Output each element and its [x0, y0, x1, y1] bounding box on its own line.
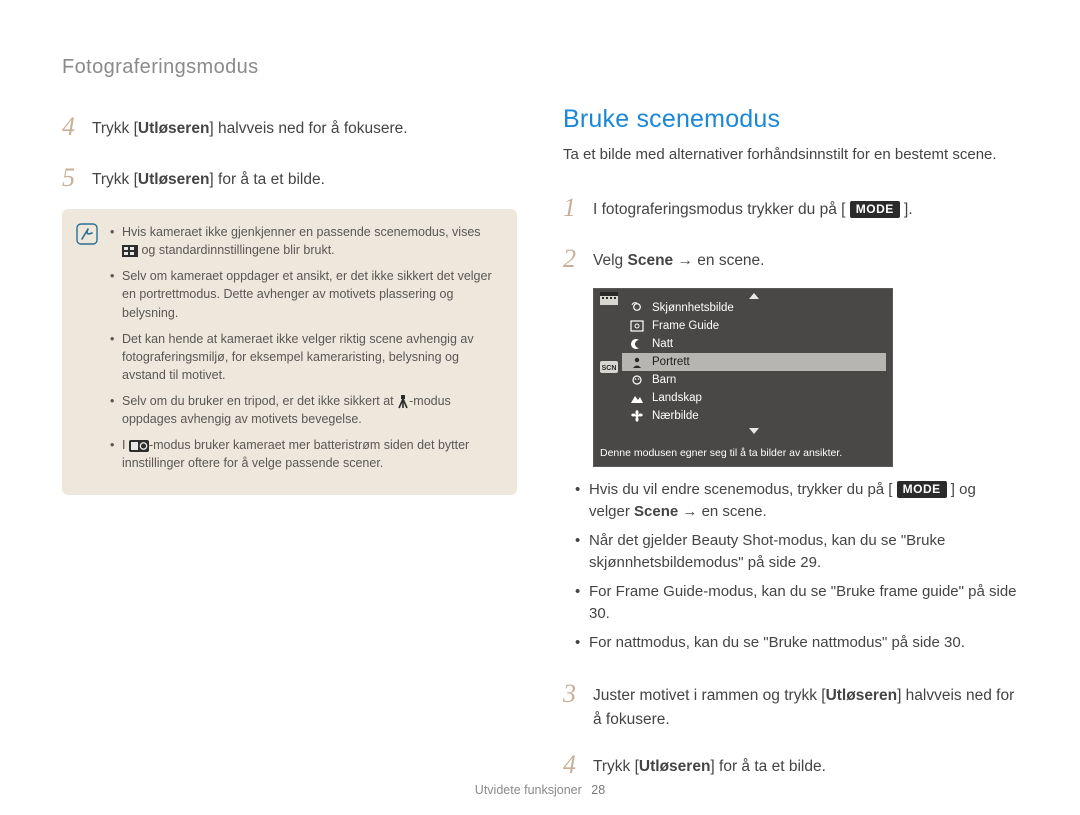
step-2: 2 Velg Scene → en scene. — [563, 237, 1018, 276]
step-number: 2 — [563, 239, 589, 278]
text: Selv om du bruker en tripod, er det ikke… — [122, 394, 397, 408]
closeup-icon — [628, 409, 646, 423]
step-4b: 4 Trykk [Utløseren] for å ta et bilde. — [563, 743, 1018, 782]
text: → en scene. — [678, 503, 766, 520]
text: og standardinnstillingene blir brukt. — [141, 243, 334, 257]
note-item: Selv om du bruker en tripod, er det ikke… — [110, 392, 499, 428]
section-title: Bruke scenemodus — [563, 105, 1018, 134]
text: → en scene. — [673, 252, 764, 269]
bullet-item: For nattmodus, kan du se "Bruke nattmodu… — [575, 632, 1018, 655]
mode-button-icon: MODE — [850, 201, 900, 218]
step-number: 3 — [563, 674, 589, 713]
note-item: Selv om kameraet oppdager et ansikt, er … — [110, 267, 499, 321]
landscape-icon — [628, 391, 646, 405]
text: I — [122, 438, 129, 452]
scene-menu-screenshot: SCN Skjønnhetsbilde Frame Guide — [593, 288, 893, 467]
scene-item-night: Natt — [622, 335, 886, 353]
right-column: Bruke scenemodus Ta et bilde med alterna… — [563, 105, 1018, 794]
portrait-icon — [628, 355, 646, 369]
step-number: 5 — [62, 158, 88, 197]
text: Hvis du vil endre scenemodus, trykker du… — [589, 481, 897, 498]
svg-text:SCN: SCN — [602, 365, 617, 372]
text: ] for å ta et bilde. — [710, 758, 825, 775]
footer-label: Utvidete funksjoner — [475, 783, 582, 797]
note-box: Hvis kameraet ikke gjenkjenner en passen… — [62, 209, 517, 495]
step-text: Trykk [Utløseren] for å ta et bilde. — [92, 168, 517, 191]
step-3: 3 Juster motivet i rammen og trykk [Utlø… — [563, 672, 1018, 731]
scene-item-label: Landskap — [652, 392, 702, 404]
scene-menu-body: SCN Skjønnhetsbilde Frame Guide — [594, 289, 892, 442]
left-mode-icons: SCN — [600, 292, 618, 373]
step-number: 4 — [62, 107, 88, 146]
bullet-item: For Frame Guide-modus, kan du se "Bruke … — [575, 581, 1018, 626]
scene-item-portrait-selected: Portrett — [622, 353, 886, 371]
text: I fotograferingsmodus trykker du på [ — [593, 201, 850, 218]
text: ] for å ta et bilde. — [209, 171, 324, 188]
shutter-label: Utløseren — [639, 758, 711, 775]
child-icon — [628, 373, 646, 387]
scene-item-label: Barn — [652, 374, 676, 386]
tripod-icon — [397, 395, 409, 409]
step-text: Juster motivet i rammen og trykk [Utløse… — [593, 684, 1018, 731]
text: Trykk [ — [92, 120, 138, 137]
scene-item-frameguide: Frame Guide — [622, 317, 886, 335]
bullet-item: Når det gjelder Beauty Shot-modus, kan d… — [575, 530, 1018, 575]
scene-item-child: Barn — [622, 371, 886, 389]
shutter-label: Utløseren — [138, 171, 210, 188]
mode-button-icon: MODE — [897, 481, 947, 498]
step-1: 1 I fotograferingsmodus trykker du på [ … — [563, 186, 1018, 225]
two-column-layout: 4 Trykk [Utløseren] halvveis ned for å f… — [62, 105, 1018, 794]
scn-mode-icon: SCN — [600, 361, 618, 373]
page-number: 28 — [591, 783, 605, 797]
step-4: 4 Trykk [Utløseren] halvveis ned for å f… — [62, 105, 517, 144]
text: ]. — [900, 201, 913, 218]
intro-text: Ta et bilde med alternativer forhåndsinn… — [563, 144, 1018, 166]
shutter-label: Utløseren — [138, 120, 210, 137]
page-footer: Utvidete funksjoner 28 — [0, 783, 1080, 797]
info-icon — [76, 223, 98, 245]
scene-item-label: Natt — [652, 338, 673, 350]
scene-label: Scene — [627, 252, 673, 269]
left-column: 4 Trykk [Utløseren] halvveis ned for å f… — [62, 105, 517, 794]
text: Velg — [593, 252, 627, 269]
beauty-icon — [628, 301, 646, 315]
note-item: Hvis kameraet ikke gjenkjenner en passen… — [110, 223, 499, 259]
scene-item-label: Frame Guide — [652, 320, 719, 332]
step-5: 5 Trykk [Utløseren] for å ta et bilde. — [62, 156, 517, 195]
text: Hvis kameraet ikke gjenkjenner en passen… — [122, 225, 481, 239]
step-text: Trykk [Utløseren] halvveis ned for å fok… — [92, 117, 517, 140]
movie-icon — [600, 292, 618, 306]
text: Trykk [ — [92, 171, 138, 188]
scene-item-closeup: Nærbilde — [622, 407, 886, 425]
step-text: Velg Scene → en scene. — [593, 249, 1018, 272]
shutter-label: Utløseren — [826, 687, 898, 704]
chevron-down-icon — [749, 428, 759, 434]
note-list: Hvis kameraet ikke gjenkjenner en passen… — [110, 223, 499, 481]
scene-item-label: Skjønnhetsbilde — [652, 302, 734, 314]
scene-item-label: Nærbilde — [652, 410, 699, 422]
page: Fotograferingsmodus 4 Trykk [Utløseren] … — [0, 0, 1080, 815]
step-text: Trykk [Utløseren] for å ta et bilde. — [593, 755, 1018, 778]
scene-item-beauty: Skjønnhetsbilde — [622, 299, 886, 317]
bullet-list: Hvis du vil endre scenemodus, trykker du… — [575, 479, 1018, 655]
night-icon — [628, 337, 646, 351]
note-item: Det kan hende at kameraet ikke velger ri… — [110, 330, 499, 384]
text: Juster motivet i rammen og trykk [ — [593, 687, 826, 704]
text: -modus bruker kameraet mer batteristrøm … — [122, 438, 469, 470]
frame-guide-icon — [628, 319, 646, 333]
note-item: I -modus bruker kameraet mer batteristrø… — [110, 436, 499, 472]
step-number: 1 — [563, 188, 589, 227]
scene-item-label: Portrett — [652, 356, 690, 368]
smart-grid-icon — [122, 245, 138, 257]
scene-label: Scene — [634, 503, 678, 520]
scene-footer-help: Denne modusen egner seg til å ta bilder … — [594, 442, 892, 466]
text: Trykk [ — [593, 758, 639, 775]
text: ] halvveis ned for å fokusere. — [209, 120, 407, 137]
step-number: 4 — [563, 745, 589, 784]
section-header: Fotograferingsmodus — [62, 56, 1018, 79]
scene-item-landscape: Landskap — [622, 389, 886, 407]
smart-mode-icon — [129, 440, 149, 452]
step-text: I fotograferingsmodus trykker du på [ MO… — [593, 198, 1018, 221]
bullet-item: Hvis du vil endre scenemodus, trykker du… — [575, 479, 1018, 524]
